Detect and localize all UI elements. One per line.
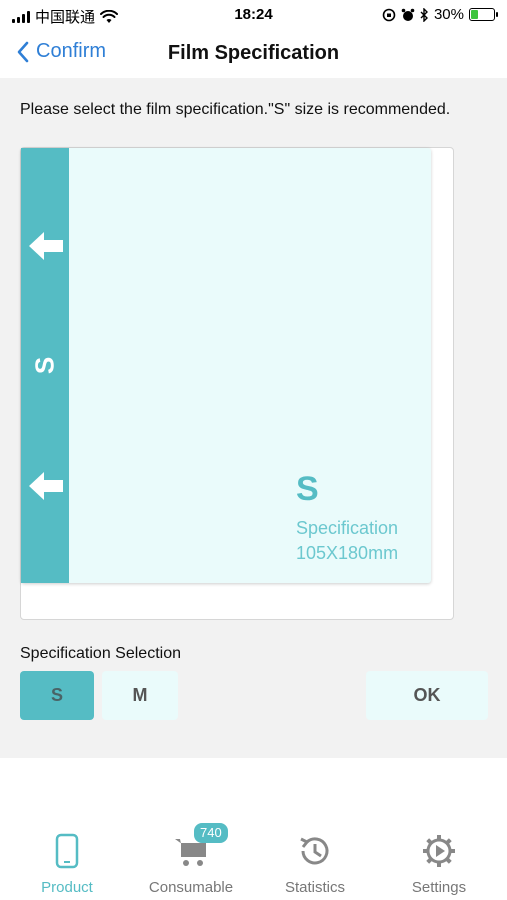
rotation-lock-icon — [382, 8, 396, 21]
alarm-icon — [401, 8, 415, 21]
spec-dimensions: 105X180mm — [296, 543, 399, 563]
tab-label: Settings — [411, 879, 467, 896]
tab-statistics[interactable]: Statistics — [260, 833, 370, 896]
tab-consumable[interactable]: 740 Consumable — [136, 823, 246, 896]
gear-icon — [384, 833, 494, 873]
film-preview-card: S S Specification 105X180mm — [20, 147, 454, 620]
arrow-left-icon — [29, 232, 63, 260]
tab-label: Statistics — [284, 879, 345, 896]
selection-label: Specification Selection — [20, 645, 181, 662]
strip-size-letter: S — [29, 356, 60, 375]
size-s-button[interactable]: S — [20, 671, 94, 720]
film-strip: S — [21, 148, 69, 583]
cart-icon: 740 — [136, 823, 246, 873]
tab-label: Product — [41, 879, 93, 896]
tab-product[interactable]: Product — [12, 833, 122, 896]
battery-percent: 30% — [433, 6, 464, 23]
tab-label: Consumable — [148, 879, 234, 896]
status-right: 30% — [382, 6, 498, 23]
film-preview: S S Specification 105X180mm — [21, 148, 431, 583]
film-spec-text: Specification 105X180mm — [296, 516, 398, 566]
phone-icon — [12, 833, 122, 873]
tab-bar: Product 740 Consumable Statistics Settin… — [0, 758, 507, 900]
nav-bar: Confirm Film Specification — [0, 30, 507, 78]
page-title: Film Specification — [167, 42, 340, 64]
instruction-text: Please select the film specification."S"… — [20, 101, 451, 118]
film-size-label: S — [296, 470, 319, 508]
ok-button[interactable]: OK — [366, 671, 488, 720]
status-bar: 中国联通 18:24 30% — [0, 0, 507, 30]
battery-icon — [469, 8, 498, 21]
spec-label: Specification — [296, 518, 399, 538]
battery-level — [471, 10, 479, 19]
size-m-button[interactable]: M — [102, 671, 178, 720]
arrow-left-icon — [29, 472, 63, 500]
bluetooth-icon — [420, 7, 428, 22]
main-content: Please select the film specification."S"… — [0, 78, 507, 758]
tab-settings[interactable]: Settings — [384, 833, 494, 896]
consumable-badge: 740 — [194, 823, 228, 843]
history-icon — [260, 833, 370, 873]
